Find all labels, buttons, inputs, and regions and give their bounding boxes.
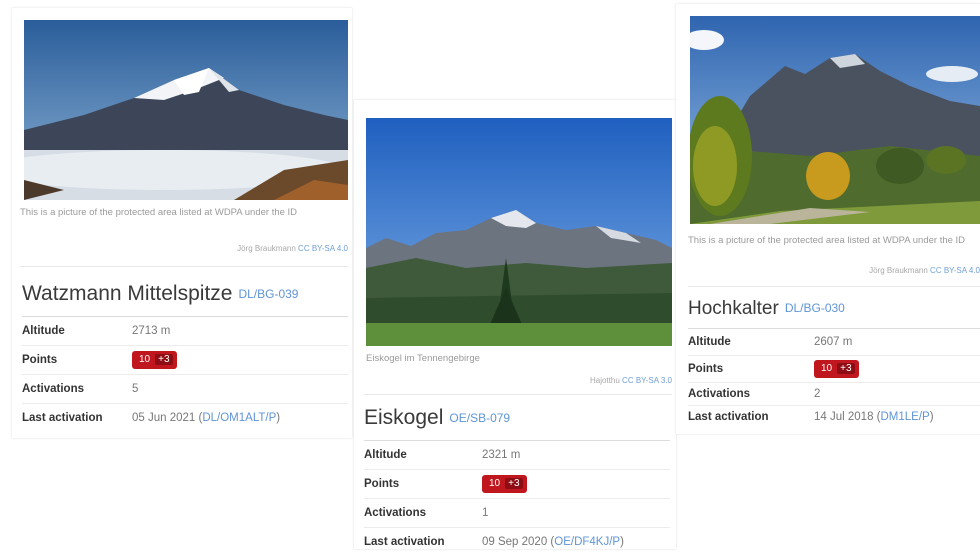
summit-info-table: Altitude 2607 m Points 10+3 Activations … (688, 328, 980, 428)
photo-credit: Jörg Braukmann CC BY-SA 4.0 (869, 266, 980, 275)
license-link[interactable]: CC BY-SA 4.0 (298, 244, 348, 253)
summit-reference-link[interactable]: OE/SB-079 (449, 411, 510, 425)
photo-credit: Hajotthu CC BY-SA 3.0 (590, 376, 672, 385)
photo-credit: Jörg Braukmann CC BY-SA 4.0 (237, 244, 348, 253)
table-row: Last activation 05 Jun 2021 (DL/OM1ALT/P… (22, 404, 348, 433)
points-badge: 10+3 (814, 360, 859, 378)
divider (688, 286, 980, 287)
summit-photo[interactable] (366, 118, 672, 346)
license-link[interactable]: CC BY-SA 4.0 (930, 266, 980, 275)
summit-info-table: Altitude 2321 m Points 10+3 Activations … (364, 440, 670, 556)
divider (364, 394, 672, 395)
summit-photo[interactable] (24, 20, 348, 200)
table-row: Activations 2 (688, 383, 980, 406)
table-row: Last activation 14 Jul 2018 (DM1LE/P) (688, 406, 980, 429)
summit-reference-link[interactable]: DL/BG-039 (238, 287, 298, 301)
table-row: Points 10+3 (22, 346, 348, 375)
mountain-photo-icon (690, 16, 980, 224)
mountain-photo-icon (24, 20, 348, 200)
activator-link[interactable]: DM1LE/P (881, 411, 930, 423)
activator-link[interactable]: DL/OM1ALT/P (202, 412, 276, 424)
license-link[interactable]: CC BY-SA 3.0 (622, 376, 672, 385)
photo-caption: Eiskogel im Tennengebirge (366, 352, 666, 366)
table-row: Activations 5 (22, 375, 348, 404)
summit-title: Watzmann MittelspitzeDL/BG-039 (22, 282, 298, 306)
summit-title: HochkalterDL/BG-030 (688, 298, 845, 320)
table-row: Altitude 2321 m (364, 441, 670, 470)
table-row: Altitude 2607 m (688, 329, 980, 356)
table-row: Points 10+3 (364, 470, 670, 499)
summit-photo[interactable] (690, 16, 980, 224)
points-badge: 10+3 (132, 351, 177, 369)
photo-caption: This is a picture of the protected area … (20, 206, 340, 220)
mountain-photo-icon (366, 118, 672, 346)
summit-card-hochkalter[interactable]: This is a picture of the protected area … (676, 4, 980, 434)
activator-link[interactable]: OE/DF4KJ/P (554, 536, 620, 548)
table-row: Activations 1 (364, 499, 670, 528)
table-row: Altitude 2713 m (22, 317, 348, 346)
summit-reference-link[interactable]: DL/BG-030 (785, 301, 845, 315)
summit-card-watzmann[interactable]: This is a picture of the protected area … (12, 8, 352, 438)
summit-info-table: Altitude 2713 m Points 10+3 Activations … (22, 316, 348, 432)
table-row: Points 10+3 (688, 356, 980, 383)
divider (20, 266, 348, 267)
points-badge: 10+3 (482, 475, 527, 493)
table-row: Last activation 09 Sep 2020 (OE/DF4KJ/P) (364, 528, 670, 556)
summit-title: EiskogelOE/SB-079 (364, 406, 510, 430)
photo-caption: This is a picture of the protected area … (688, 234, 978, 248)
summit-card-eiskogel[interactable]: Eiskogel im Tennengebirge Hajotthu CC BY… (354, 100, 676, 549)
